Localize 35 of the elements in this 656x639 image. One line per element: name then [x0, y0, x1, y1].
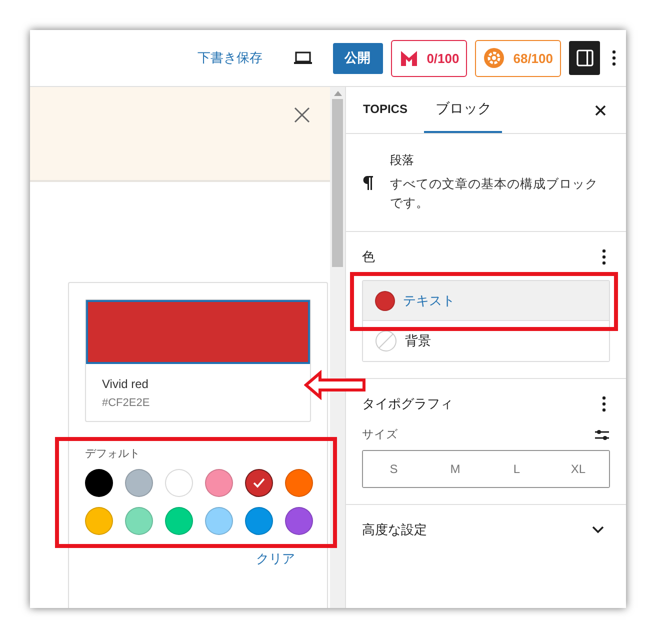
block-description: すべての文章の基本の構成ブロックです。: [390, 176, 599, 212]
paragraph-icon: [362, 174, 374, 190]
scrollbar[interactable]: [330, 87, 345, 608]
color-hex: #CF2E2E: [102, 397, 151, 409]
color-swatch[interactable]: [245, 469, 273, 497]
color-setting-item[interactable]: テキスト: [363, 281, 609, 321]
close-icon: [595, 104, 606, 116]
palette-label: デフォルト: [85, 447, 141, 461]
no-color-icon: [375, 330, 397, 352]
section-title: 色: [362, 248, 375, 266]
sidebar-tab[interactable]: TOPICS: [352, 87, 418, 133]
advanced-settings-toggle[interactable]: 高度な設定: [346, 505, 626, 555]
save-draft-link[interactable]: 下書き保存: [190, 43, 271, 73]
clear-button[interactable]: クリア: [250, 549, 301, 569]
more-icon: [602, 249, 606, 265]
more-icon: [612, 50, 616, 66]
block-title: 段落: [390, 152, 415, 169]
sliders-icon[interactable]: [594, 428, 610, 442]
logo-icon: [398, 48, 419, 68]
sidebar-tab[interactable]: ブロック: [424, 87, 502, 133]
laptop-icon: [292, 51, 313, 65]
publish-button[interactable]: 公開: [332, 42, 383, 74]
gear-icon: [483, 47, 506, 69]
close-icon[interactable]: [294, 107, 310, 123]
section-title: タイポグラフィ: [362, 395, 453, 413]
size-label: サイズ: [362, 428, 398, 442]
sidebar-toggle-button[interactable]: [569, 41, 600, 75]
more-icon: [602, 396, 606, 412]
scrollbar-thumb[interactable]: [332, 99, 343, 267]
sidebar-icon: [576, 49, 594, 67]
score-button[interactable]: 0/100: [390, 40, 468, 76]
check-icon: [253, 478, 265, 488]
chevron-icon: [592, 526, 604, 534]
scroll-up-icon[interactable]: [334, 91, 342, 96]
color-name: Vivid red: [102, 377, 150, 391]
